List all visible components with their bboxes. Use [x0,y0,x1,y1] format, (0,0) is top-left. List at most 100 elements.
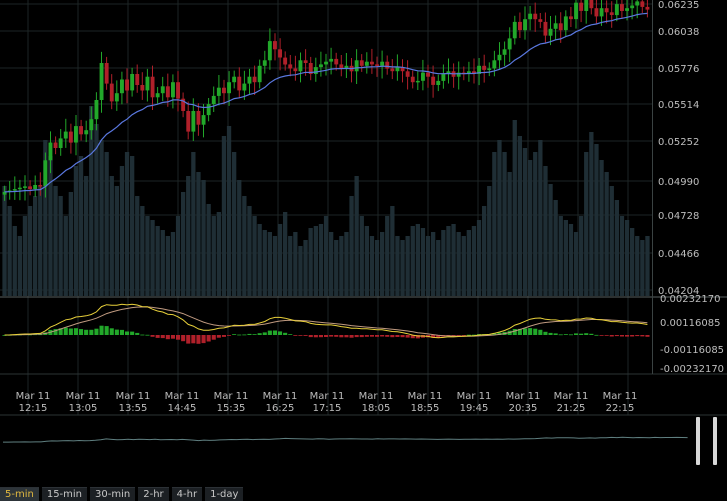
candle-body[interactable] [410,76,415,83]
candle-body[interactable] [283,57,288,65]
candle-body[interactable] [441,74,446,81]
candle-body[interactable] [68,131,73,143]
candle-body[interactable] [640,1,645,7]
candle-body[interactable] [273,41,277,50]
candle-body[interactable] [482,65,487,70]
candle-body[interactable] [538,19,543,22]
candle-body[interactable] [89,119,94,131]
candle-body[interactable] [130,74,135,91]
candle-body[interactable] [43,160,48,187]
candle-body[interactable] [288,64,293,69]
candle-body[interactable] [313,67,318,74]
candle-body[interactable] [191,111,196,132]
candle-body[interactable] [160,86,165,94]
candle-body[interactable] [257,65,262,83]
candle-body[interactable] [237,76,242,91]
candle-body[interactable] [58,138,63,148]
candle-body[interactable] [298,60,303,72]
candle-body[interactable] [579,2,584,11]
candle-body[interactable] [390,68,395,72]
tab-5-min[interactable]: 5-min [0,487,39,501]
candle-body[interactable] [385,61,390,69]
candle-body[interactable] [242,83,247,91]
candle-body[interactable] [523,19,527,31]
candle-body[interactable] [548,28,553,36]
candle-body[interactable] [645,6,650,10]
candle-body[interactable] [589,0,594,9]
candle-body[interactable] [84,130,89,135]
candle-body[interactable] [171,82,175,98]
candle-body[interactable] [370,61,374,65]
candle-body[interactable] [125,79,129,91]
candle-body[interactable] [563,16,568,31]
candle-body[interactable] [262,60,267,66]
candle-body[interactable] [569,16,573,20]
candle-body[interactable] [222,87,226,94]
candle-body[interactable] [176,82,180,99]
candle-body[interactable] [359,60,364,66]
candle-body[interactable] [38,185,43,187]
candle-body[interactable] [145,76,150,91]
candle-body[interactable] [12,189,17,191]
candle-body[interactable] [232,76,237,83]
candle-body[interactable] [247,76,252,84]
candle-body[interactable] [53,142,58,149]
candle-body[interactable] [94,100,99,120]
candle-body[interactable] [614,4,619,16]
candle-body[interactable] [518,21,522,31]
candle-body[interactable] [109,83,114,102]
price-chart[interactable]: 0.06235 0.06038 0.05776 0.05514 0.05252 0.049… [0,0,727,487]
candle-body[interactable] [23,186,27,188]
candle-body[interactable] [507,38,512,50]
candle-body[interactable] [599,8,604,17]
candle-body[interactable] [206,104,211,116]
candle-body[interactable] [324,61,328,65]
candle-body[interactable] [216,87,221,96]
tab-1-day[interactable]: 1-day [205,487,244,501]
candle-body[interactable] [492,60,497,69]
candle-body[interactable] [140,85,145,91]
candle-body[interactable] [630,5,635,9]
candle-body[interactable] [558,23,563,31]
candle-body[interactable] [329,58,334,62]
candle-body[interactable] [415,80,420,83]
candle-body[interactable] [48,142,53,161]
candle-body[interactable] [502,49,507,55]
candle-body[interactable] [431,76,436,85]
candle-body[interactable] [364,61,369,66]
candle-body[interactable] [533,13,538,20]
candle-body[interactable] [150,76,155,98]
candle-body[interactable] [620,4,624,11]
candle-body[interactable] [252,76,257,83]
candle-body[interactable] [303,60,308,63]
overview-handle-left[interactable] [696,417,700,465]
tab-4-hr[interactable]: 4-hr [171,487,203,501]
candle-body[interactable] [155,93,160,98]
tab-2-hr[interactable]: 2-hr [138,487,169,501]
candle-body[interactable] [17,187,22,190]
candle-body[interactable] [334,58,339,65]
candle-body[interactable] [278,49,282,58]
candle-body[interactable] [293,68,298,72]
candle-body[interactable] [99,63,104,100]
candle-body[interactable] [165,86,170,98]
candle-body[interactable] [604,8,609,13]
candle-body[interactable] [487,68,492,71]
candle-body[interactable] [201,115,206,125]
candle-body[interactable] [426,72,430,77]
candle-body[interactable] [33,185,38,190]
candle-body[interactable] [120,79,124,94]
candle-body[interactable] [319,64,323,68]
candle-body[interactable] [497,54,502,61]
overview-handle-right[interactable] [713,417,717,465]
candle-body[interactable] [63,131,68,139]
candle-body[interactable] [609,12,614,15]
candle-body[interactable] [196,111,201,125]
candle-body[interactable] [267,41,272,61]
candle-body[interactable] [512,21,517,39]
candle-body[interactable] [135,74,140,85]
candle-body[interactable] [395,67,400,72]
candle-body[interactable] [211,95,216,105]
candle-body[interactable] [584,0,589,11]
candle-body[interactable] [380,61,385,66]
